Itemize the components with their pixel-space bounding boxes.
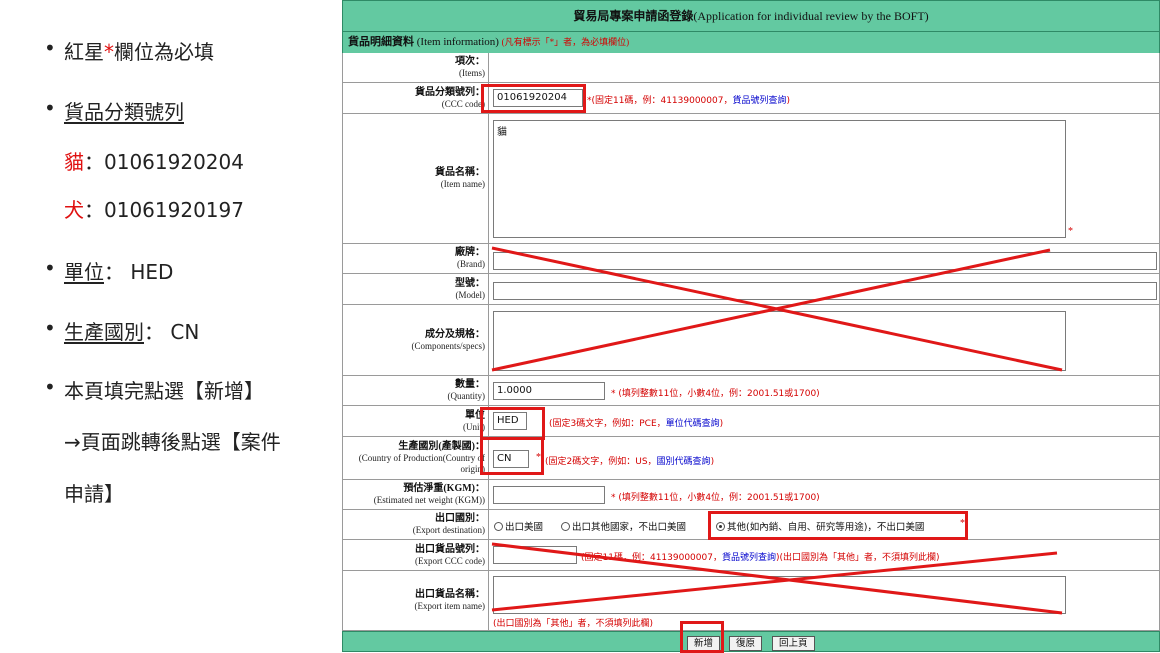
bullet-ccc-code: • 貨品分類號列 — [44, 96, 184, 124]
submit-instruction-line3: 申請】 — [64, 482, 124, 506]
application-form: 貿易局專案申請函登錄(Application for individual re… — [342, 0, 1160, 653]
bullet-submit-instruction: • 本頁填完點選【新增】 — [44, 375, 264, 403]
cross-out-marks — [491, 246, 1063, 615]
instruction-panel: • 紅星*欄位為必填 • 貨品分類號列 貓：01061920204 犬：010619… — [0, 0, 342, 652]
bullet-required-note: • 紅星*欄位為必填 — [44, 36, 214, 64]
bullet-country: • 生產國別： CN — [44, 316, 200, 344]
submit-instruction-line2: →頁面跳轉後點選【案件 — [64, 430, 281, 454]
cat-code-line: 貓：01061920204 — [64, 150, 244, 174]
bullet-unit: • 單位： HED — [44, 256, 174, 284]
cross-line-specs-2 — [491, 248, 1051, 372]
dog-code-line: 犬：01061920197 — [64, 198, 244, 222]
